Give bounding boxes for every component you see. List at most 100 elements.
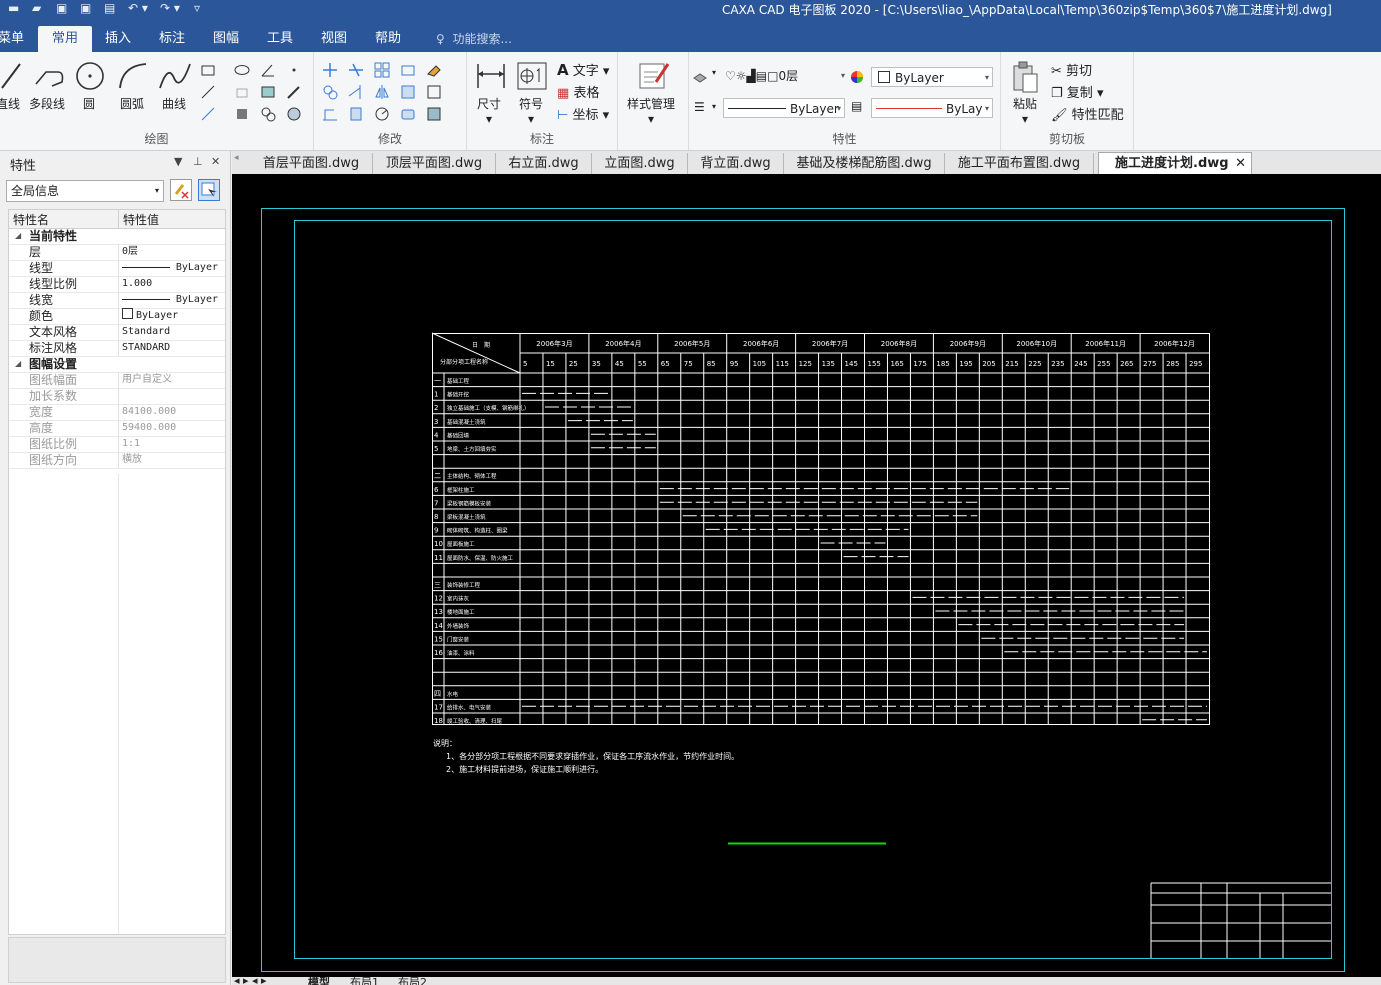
curve-button[interactable]: 曲线	[162, 95, 186, 112]
symbol-button[interactable]: 符号 ▾	[519, 95, 543, 126]
eraser-icon[interactable]	[426, 62, 442, 78]
text-button[interactable]: A 文字 ▾	[557, 60, 609, 79]
cut-button[interactable]: ✂ 剪切	[1051, 60, 1092, 79]
panel-menu-icon[interactable]: ▼	[174, 155, 182, 168]
new-file-icon[interactable]: ▬	[8, 1, 19, 15]
property-row[interactable]: 图纸比例 1:1	[9, 436, 225, 453]
collapse-icon[interactable]: ◢	[15, 359, 21, 368]
lineweight-combo[interactable]: ByLay ▾	[871, 98, 993, 118]
dimension-icon[interactable]	[475, 60, 507, 92]
tab-home[interactable]: 常用	[38, 26, 93, 52]
chamfer-icon[interactable]	[400, 106, 416, 122]
color-wheel-icon[interactable]	[849, 69, 865, 85]
polyline-icon[interactable]	[32, 60, 66, 90]
mirror-icon[interactable]	[374, 84, 390, 100]
property-row[interactable]: 线型比例 1.000	[9, 276, 225, 293]
table-button[interactable]: ▦ 表格	[557, 82, 599, 101]
layout-tab-model[interactable]: 模型	[308, 977, 330, 985]
property-row[interactable]: 标注风格 STANDARD	[9, 340, 225, 357]
line-icon[interactable]	[0, 60, 24, 90]
layout-tab-layout1[interactable]: 布局1	[350, 977, 379, 985]
parallel-line-icon[interactable]	[200, 84, 216, 100]
arc-button[interactable]: 圆弧	[120, 95, 144, 112]
stretch-icon[interactable]	[400, 62, 416, 78]
extend-icon[interactable]	[348, 84, 364, 100]
symbol-icon[interactable]	[517, 62, 547, 90]
coordinate-button[interactable]: ⊢ 坐标 ▾	[557, 104, 609, 123]
linetype-combo[interactable]: ByLayer ▾	[723, 98, 845, 118]
array-icon[interactable]	[374, 62, 390, 78]
point-icon[interactable]	[286, 62, 302, 78]
quick-select-button[interactable]	[170, 179, 192, 201]
angle-line-icon[interactable]	[260, 62, 276, 78]
property-row[interactable]: 线型 ByLayer	[9, 260, 225, 277]
circle-icon[interactable]	[74, 60, 106, 92]
redo-icon[interactable]: ↷ ▾	[160, 1, 180, 15]
select-object-button[interactable]	[198, 179, 220, 201]
close-icon[interactable]: ✕	[1235, 153, 1246, 174]
doc-tab-elevation[interactable]: 立面图.dwg	[592, 153, 688, 174]
tab-annotate[interactable]: 标注	[159, 20, 185, 52]
dropdown-arrow-icon[interactable]: ▾	[712, 68, 716, 77]
rotate-icon[interactable]	[374, 106, 390, 122]
move-icon[interactable]	[322, 62, 338, 78]
layout-tab-layout2[interactable]: 布局2	[398, 977, 427, 985]
section-current-properties[interactable]: ◢ 当前特性	[9, 228, 225, 245]
close-icon[interactable]: ✕	[211, 155, 220, 168]
match-properties-button[interactable]: 🖌 特性匹配	[1051, 104, 1124, 123]
layer-tools-icon[interactable]	[692, 68, 708, 84]
color-combo[interactable]: ByLayer ▾	[871, 67, 993, 87]
style-manager-icon[interactable]	[638, 60, 670, 92]
property-row[interactable]: 图纸方向 横放	[9, 452, 225, 469]
ellipse-icon[interactable]	[234, 62, 250, 78]
save-icon[interactable]: ▣	[56, 1, 67, 15]
property-row[interactable]: 文本风格 Standard	[9, 324, 225, 341]
paste-icon[interactable]	[1011, 60, 1041, 94]
doc-tab-back-elevation[interactable]: 背立面.dwg	[688, 153, 784, 174]
collapse-icon[interactable]: ◢	[15, 231, 21, 240]
dropdown-arrow-icon[interactable]: ▾	[712, 102, 716, 111]
arc-icon[interactable]	[116, 60, 150, 92]
tab-view[interactable]: 视图	[321, 20, 347, 52]
curve-icon[interactable]	[158, 60, 192, 92]
save-as-icon[interactable]: ▣	[80, 1, 91, 15]
property-row[interactable]: 线宽 ByLayer	[9, 292, 225, 309]
undo-icon[interactable]: ↶ ▾	[128, 1, 148, 15]
copy-object-icon[interactable]	[322, 84, 338, 100]
hatch-icon[interactable]	[260, 84, 276, 100]
lineweight-icon[interactable]: ▤	[851, 99, 862, 113]
block-icon[interactable]	[234, 106, 250, 122]
region-icon[interactable]	[286, 106, 302, 122]
tab-help[interactable]: 帮助	[375, 20, 401, 52]
property-row[interactable]: 层 0层	[9, 244, 225, 261]
dimension-button[interactable]: 尺寸 ▾	[477, 95, 501, 126]
property-row[interactable]: 高度 59400.000	[9, 420, 225, 437]
doc-tab-top-floor[interactable]: 顶层平面图.dwg	[373, 153, 496, 174]
property-row[interactable]: 加长系数	[9, 388, 225, 405]
fillet-icon[interactable]	[322, 106, 338, 122]
print-icon[interactable]: ▤	[104, 1, 115, 15]
polyline-button[interactable]: 多段线	[29, 95, 65, 112]
tab-menu[interactable]: 菜单	[0, 20, 24, 52]
centerline-icon[interactable]	[200, 106, 216, 122]
doc-tab-right-elevation[interactable]: 右立面.dwg	[496, 153, 592, 174]
doc-tab-first-floor[interactable]: 首层平面图.dwg	[250, 153, 373, 174]
explode-icon[interactable]	[426, 84, 442, 100]
section-sheet-settings[interactable]: ◢ 图幅设置	[9, 356, 225, 373]
scale-icon[interactable]	[348, 106, 364, 122]
tab-sheet[interactable]: 图幅	[213, 20, 239, 52]
property-row[interactable]: 宽度 84100.000	[9, 404, 225, 421]
line-button[interactable]: 直线	[0, 95, 20, 112]
doc-tab-site-plan[interactable]: 施工平面布置图.dwg	[945, 153, 1094, 174]
properties-edit-icon[interactable]	[426, 106, 442, 122]
property-row[interactable]: 颜色 ByLayer	[9, 308, 225, 325]
doc-tab-foundation[interactable]: 基础及楼梯配筋图.dwg	[784, 153, 945, 174]
rectangle-icon[interactable]	[200, 62, 216, 78]
polygon-icon[interactable]	[234, 84, 250, 100]
doc-tab-schedule[interactable]: 施工进度计划.dwg ✕	[1098, 152, 1252, 174]
tab-scroll-icon[interactable]: ◂	[234, 153, 239, 163]
pattern-icon[interactable]	[260, 106, 276, 122]
tab-insert[interactable]: 插入	[105, 20, 131, 52]
pin-icon[interactable]: ⊥	[193, 155, 203, 168]
scope-select[interactable]: 全局信息 ▾	[6, 180, 164, 202]
